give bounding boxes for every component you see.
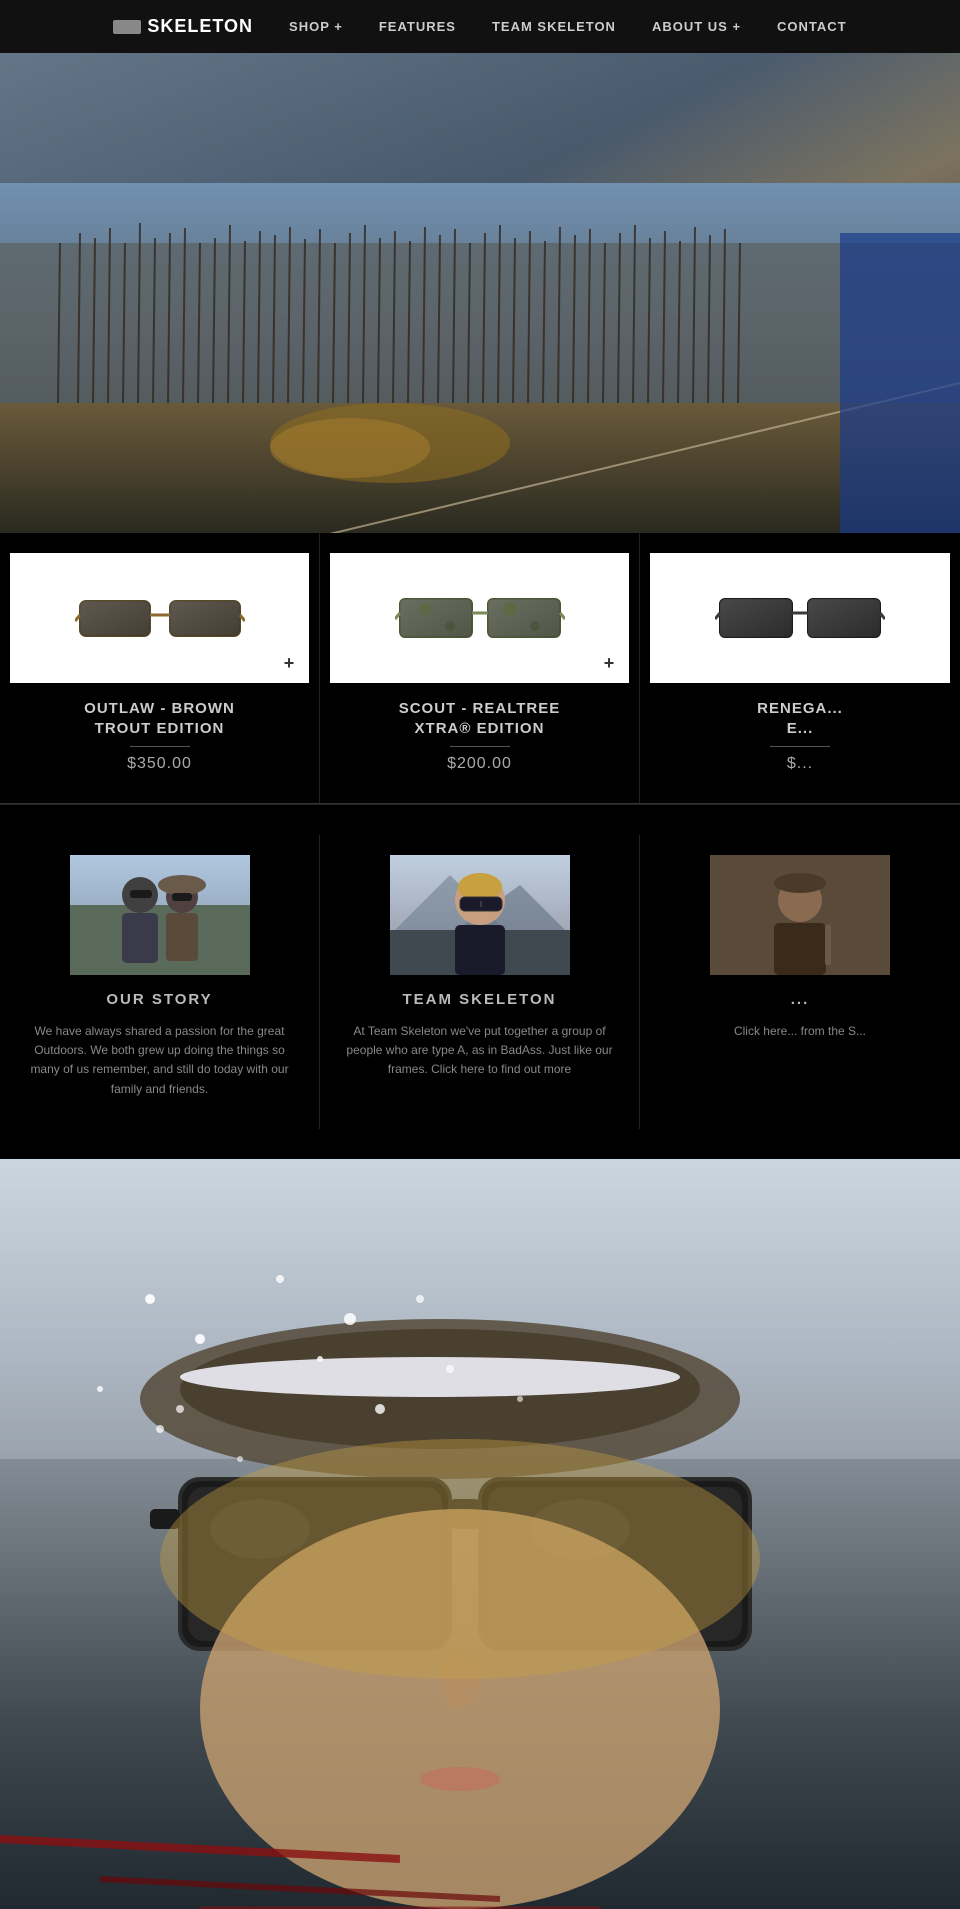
products-grid: + OUTLAW - BROWN TROUT EDITION $350.00	[0, 533, 960, 803]
nav-logo[interactable]: SKELETON	[113, 16, 253, 37]
story-image-extra	[710, 855, 890, 975]
story-text-our-story: We have always shared a passion for the …	[20, 1022, 299, 1099]
nav-contact[interactable]: CONTACT	[777, 19, 847, 34]
product-name-scout: SCOUT - REALTREE XTRA® EDITION	[330, 699, 629, 738]
story-image-team-skeleton	[390, 855, 570, 975]
story-title-our-story: OUR STORY	[20, 991, 299, 1008]
story-text-extra: Click here... from the S...	[660, 1022, 940, 1041]
product-name-outlaw: OUTLAW - BROWN TROUT EDITION	[10, 699, 309, 738]
product-card-scout: + SCOUT - REALTREE XTRA® EDITION $200.00	[320, 533, 640, 803]
story-img-svg-ourstory	[70, 855, 250, 975]
product-card-outlaw: + OUTLAW - BROWN TROUT EDITION $350.00	[0, 533, 320, 803]
product-price-scout: $200.00	[330, 755, 629, 773]
bottom-hero-svg	[0, 1159, 960, 1909]
glasses-scout-svg	[395, 581, 565, 656]
product-image-outlaw: +	[10, 553, 309, 683]
hero-section	[0, 53, 960, 533]
navbar: SKELETON SHOP + FEATURES TEAM SKELETON A…	[0, 0, 960, 53]
product-divider-outlaw	[130, 746, 190, 747]
bottom-hero-section	[0, 1159, 960, 1909]
stories-section: OUR STORY We have always shared a passio…	[0, 804, 960, 1159]
story-card-our-story: OUR STORY We have always shared a passio…	[0, 835, 320, 1129]
product-plus-icon-scout[interactable]: +	[597, 651, 621, 675]
nav-about-us[interactable]: ABOUT US +	[652, 19, 741, 34]
nav-team-skeleton[interactable]: TEAM SKELETON	[492, 19, 616, 34]
stories-grid: OUR STORY We have always shared a passio…	[0, 835, 960, 1129]
glasses-outlaw-svg	[75, 581, 245, 656]
logo-text: SKELETON	[147, 16, 253, 37]
product-name-renega: RENEGA... E...	[650, 699, 950, 738]
product-price-renega: $...	[650, 755, 950, 773]
logo-icon	[113, 20, 141, 34]
product-plus-icon-outlaw[interactable]: +	[277, 651, 301, 675]
product-divider-renega	[770, 746, 830, 747]
story-title-extra: ...	[660, 991, 940, 1008]
story-card-team-skeleton: TEAM SKELETON At Team Skeleton we've put…	[320, 835, 640, 1129]
products-section: + OUTLAW - BROWN TROUT EDITION $350.00	[0, 533, 960, 803]
story-title-team-skeleton: TEAM SKELETON	[340, 991, 619, 1008]
product-image-scout: +	[330, 553, 629, 683]
story-img-svg-extra	[710, 855, 890, 975]
product-divider-scout	[450, 746, 510, 747]
product-price-outlaw: $350.00	[10, 755, 309, 773]
glasses-renega-svg	[715, 581, 885, 656]
story-image-our-story	[70, 855, 250, 975]
story-text-team-skeleton: At Team Skeleton we've put together a gr…	[340, 1022, 619, 1080]
nav-shop[interactable]: SHOP +	[289, 19, 343, 34]
product-card-renega: RENEGA... E... $...	[640, 533, 960, 803]
story-card-extra: ... Click here... from the S...	[640, 835, 960, 1129]
nav-features[interactable]: FEATURES	[379, 19, 456, 34]
hero-trees-svg	[0, 183, 960, 533]
story-img-svg-team	[390, 855, 570, 975]
product-image-renega	[650, 553, 950, 683]
